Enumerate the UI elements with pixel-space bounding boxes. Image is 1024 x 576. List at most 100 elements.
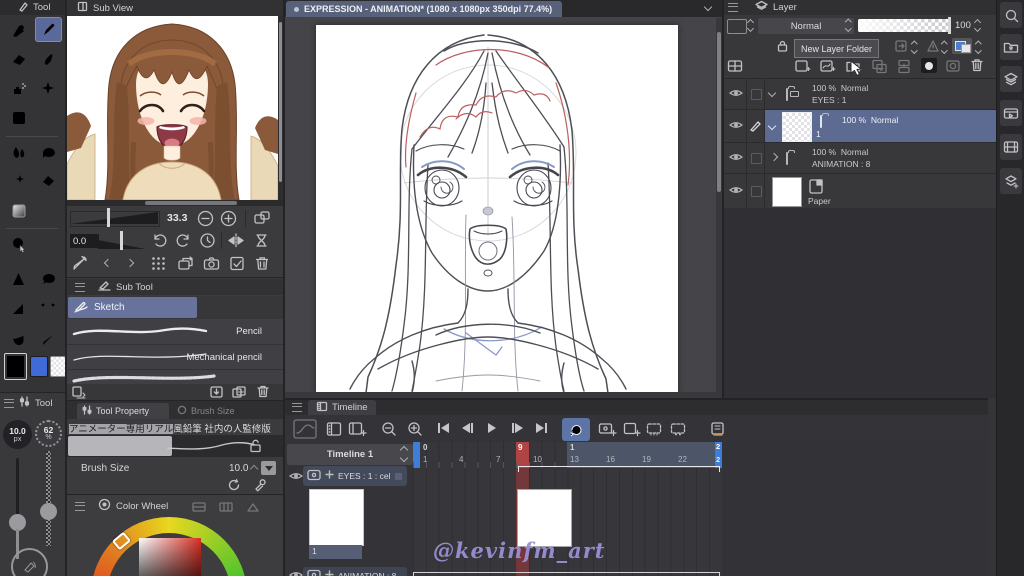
layer-checkbox[interactable] xyxy=(751,89,762,100)
new-cel-plus-icon[interactable] xyxy=(325,570,334,576)
opacity-slider-track[interactable] xyxy=(46,451,51,546)
subview-image[interactable] xyxy=(67,16,278,200)
tool-eyedropper[interactable] xyxy=(35,326,62,351)
tool-selection[interactable] xyxy=(35,140,62,165)
tool-ruler[interactable] xyxy=(5,296,32,321)
tool-eraser[interactable] xyxy=(5,47,32,72)
next-image-button[interactable] xyxy=(125,258,135,269)
subview-delete-button[interactable] xyxy=(254,255,270,275)
subtool-item-pencil[interactable]: Pencil xyxy=(67,319,283,345)
strip-subview-button[interactable] xyxy=(1000,2,1022,28)
subview-zoom-handle[interactable] xyxy=(107,208,110,227)
new-vector-layer-icon[interactable] xyxy=(819,58,836,77)
main-color-swatch[interactable] xyxy=(4,353,27,380)
tool-blend-brush[interactable] xyxy=(35,47,62,72)
new-animation-cel-button[interactable] xyxy=(598,421,617,440)
reset-property-icon[interactable] xyxy=(227,478,241,495)
tool-hand[interactable] xyxy=(5,326,32,351)
subview-vscroll-thumb[interactable] xyxy=(279,22,282,182)
canvas-tab[interactable]: EXPRESSION - ANIMATION* (1080 x 1080px 3… xyxy=(286,1,563,17)
track-option-box[interactable] xyxy=(395,472,403,480)
prev-image-button[interactable] xyxy=(103,258,113,269)
strip-animation-button[interactable] xyxy=(1000,100,1022,126)
drawing-canvas[interactable] xyxy=(316,25,678,394)
cel-duration-bracket[interactable] xyxy=(518,466,720,472)
prev-frame-button[interactable] xyxy=(462,423,473,433)
timeline-tab[interactable]: Timeline xyxy=(308,400,376,415)
subview-fit-button[interactable] xyxy=(253,210,271,230)
brush-size-badge[interactable]: 10.0 px xyxy=(3,420,32,449)
create-mask-icon[interactable] xyxy=(921,58,937,73)
reset-display-button[interactable] xyxy=(253,232,270,252)
tool-airbrush[interactable] xyxy=(5,76,32,101)
layer-opacity-value[interactable]: 100 xyxy=(955,20,971,31)
track-animation-header[interactable]: ANIMATION : 8 xyxy=(303,567,407,576)
delete-layer-icon[interactable] xyxy=(969,57,985,76)
timeline-zoom-in-button[interactable] xyxy=(407,421,424,440)
next-frame-button[interactable] xyxy=(512,423,523,433)
lock-layer-icon[interactable] xyxy=(776,39,789,56)
rotate-right-button[interactable] xyxy=(175,232,192,252)
transfer-layer-icon[interactable] xyxy=(871,58,888,77)
animation-duration-bracket[interactable] xyxy=(413,572,720,576)
reference-layer-icon[interactable] xyxy=(926,39,940,56)
strip-layer-button[interactable] xyxy=(1000,66,1022,92)
clip-at-layer-icon[interactable] xyxy=(894,39,908,56)
go-to-start-button[interactable] xyxy=(438,423,449,433)
track-eyes-header[interactable]: EYES : 1 : cel xyxy=(303,466,407,486)
layer-checkbox[interactable] xyxy=(751,186,762,197)
opacity-badge[interactable]: 62 % xyxy=(35,420,62,447)
layer-thumbnail[interactable] xyxy=(782,112,812,142)
image-list-button[interactable] xyxy=(151,256,166,274)
brush-name-field[interactable]: アニメーター専用リアル風鉛筆 社内の人監修版 xyxy=(69,421,283,434)
play-button[interactable] xyxy=(488,423,496,433)
specify-cel-button[interactable] xyxy=(623,421,642,440)
timeline-settings-button[interactable] xyxy=(710,421,727,440)
brush-size-row[interactable]: Brush Size 10.0 xyxy=(67,459,283,477)
panel-menu-icon[interactable] xyxy=(4,398,14,408)
go-to-end-button[interactable] xyxy=(536,423,547,433)
visibility-eye-icon[interactable] xyxy=(728,88,744,101)
tool-liquify[interactable] xyxy=(5,140,32,165)
tab-list-chevron-icon[interactable] xyxy=(703,2,713,12)
lock-icon[interactable] xyxy=(248,438,262,456)
clip-spinner[interactable] xyxy=(911,41,918,53)
zoom-out-button[interactable] xyxy=(197,210,214,230)
panel-menu-icon[interactable] xyxy=(75,501,85,511)
new-cel-plus-icon[interactable] xyxy=(325,470,334,482)
tool-decoration[interactable] xyxy=(35,76,62,101)
apply-mask-icon[interactable] xyxy=(945,58,962,77)
palette-color-button[interactable] xyxy=(727,19,747,34)
visibility-eye-icon[interactable] xyxy=(728,185,744,198)
strip-cel-button[interactable] xyxy=(1000,134,1022,160)
wrench-icon[interactable] xyxy=(253,478,267,495)
tool-pencil-selected[interactable] xyxy=(35,17,62,42)
palette-color-spinner[interactable] xyxy=(746,18,755,33)
expand-chevron-icon[interactable] xyxy=(767,88,777,98)
tool-balloon[interactable] xyxy=(35,266,62,291)
reset-rotation-button[interactable] xyxy=(199,232,216,252)
layer-list-options-icon[interactable] xyxy=(727,59,743,76)
sv-square[interactable] xyxy=(139,538,201,576)
zoom-in-button[interactable] xyxy=(220,210,237,230)
track-cel-thumbnail[interactable] xyxy=(309,489,364,546)
blend-mode-select[interactable]: Normal xyxy=(758,18,854,34)
stroke-preview-selected-box[interactable] xyxy=(68,436,172,456)
tool-operation[interactable] xyxy=(5,232,32,257)
new-raster-layer-icon[interactable] xyxy=(794,58,811,77)
color-slider-tab-icon[interactable] xyxy=(192,501,206,516)
tool-pen[interactable] xyxy=(5,18,32,43)
merge-down-icon[interactable] xyxy=(896,58,913,77)
color-set-tab-icon[interactable] xyxy=(219,501,233,516)
subview-hscroll-thumb[interactable] xyxy=(145,201,237,205)
tool-gradient[interactable] xyxy=(5,198,32,223)
timeline-list-button[interactable] xyxy=(326,421,343,440)
import-camera-button[interactable] xyxy=(203,255,221,275)
flip-horizontal-button[interactable] xyxy=(227,232,245,252)
sub-color-swatch[interactable] xyxy=(30,356,48,377)
tool-pattern[interactable] xyxy=(5,105,32,130)
tool-auto-select[interactable] xyxy=(5,169,32,194)
brush-size-spinner-icon[interactable] xyxy=(249,464,259,474)
transparent-color-swatch[interactable] xyxy=(50,356,66,377)
layer-checkbox[interactable] xyxy=(751,153,762,164)
